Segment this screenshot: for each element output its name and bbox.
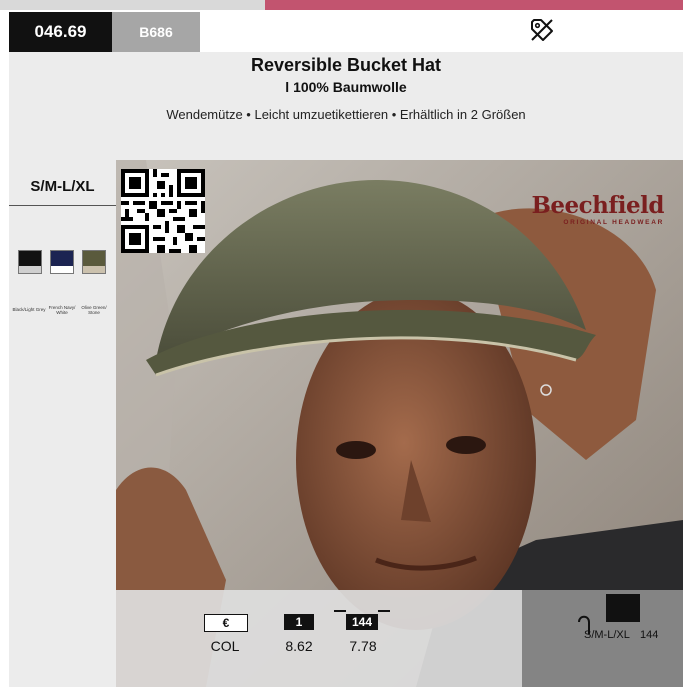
carton-icon: [606, 594, 640, 622]
badge-tick: [378, 610, 390, 612]
sidebar: S/M-L/XL Black/Light Grey French Navy/ W…: [9, 160, 116, 687]
header-bar: 046.69 B686: [9, 10, 683, 52]
color-label: Olive Green/ Stone: [81, 305, 107, 315]
top-strip: [0, 0, 683, 10]
product-title: Reversible Bucket Hat: [250, 55, 442, 75]
color-label: French Navy/ White: [48, 305, 76, 315]
price-tag-icon: [531, 19, 553, 41]
product-material: l 100% Baumwolle: [285, 79, 407, 95]
article-number: 046.69: [9, 12, 112, 52]
color-swatch: [82, 250, 106, 274]
size-range: S/M-L/XL: [30, 178, 95, 195]
quantity-badge: 1: [284, 614, 314, 630]
price-value: 8.62: [285, 638, 313, 654]
brand-name: Beechfield: [531, 192, 664, 219]
packaging-sizes: S/M-L/XL: [584, 629, 630, 641]
packaging-quantity: 144: [640, 629, 659, 641]
badge-tick: [334, 610, 346, 612]
product-features: Wendemütze • Leicht umzuetikettieren • E…: [166, 107, 526, 122]
product-info-panel: Reversible Bucket Hat l 100% Baumwolle W…: [9, 52, 683, 160]
product-code: B686: [112, 12, 200, 52]
qr-code: [121, 169, 205, 253]
brand-logo: Beechfield ORIGINAL HEADWEAR: [516, 192, 664, 226]
divider: [9, 205, 116, 206]
color-swatch: [18, 250, 42, 274]
color-swatch: [50, 250, 74, 274]
currency-label: COL: [210, 638, 240, 654]
packaging-info: S/M-L/XL 144: [522, 590, 683, 687]
price-table: € COL 1 8.62 144 7.78: [116, 590, 522, 687]
quantity-badge: 144: [346, 614, 378, 630]
price-value: 7.78: [349, 638, 377, 654]
brand-tagline: ORIGINAL HEADWEAR: [563, 219, 664, 226]
color-label: Black/Light Grey: [12, 307, 46, 312]
currency-badge: €: [204, 614, 248, 632]
previous-page-image-edge: [265, 0, 683, 10]
